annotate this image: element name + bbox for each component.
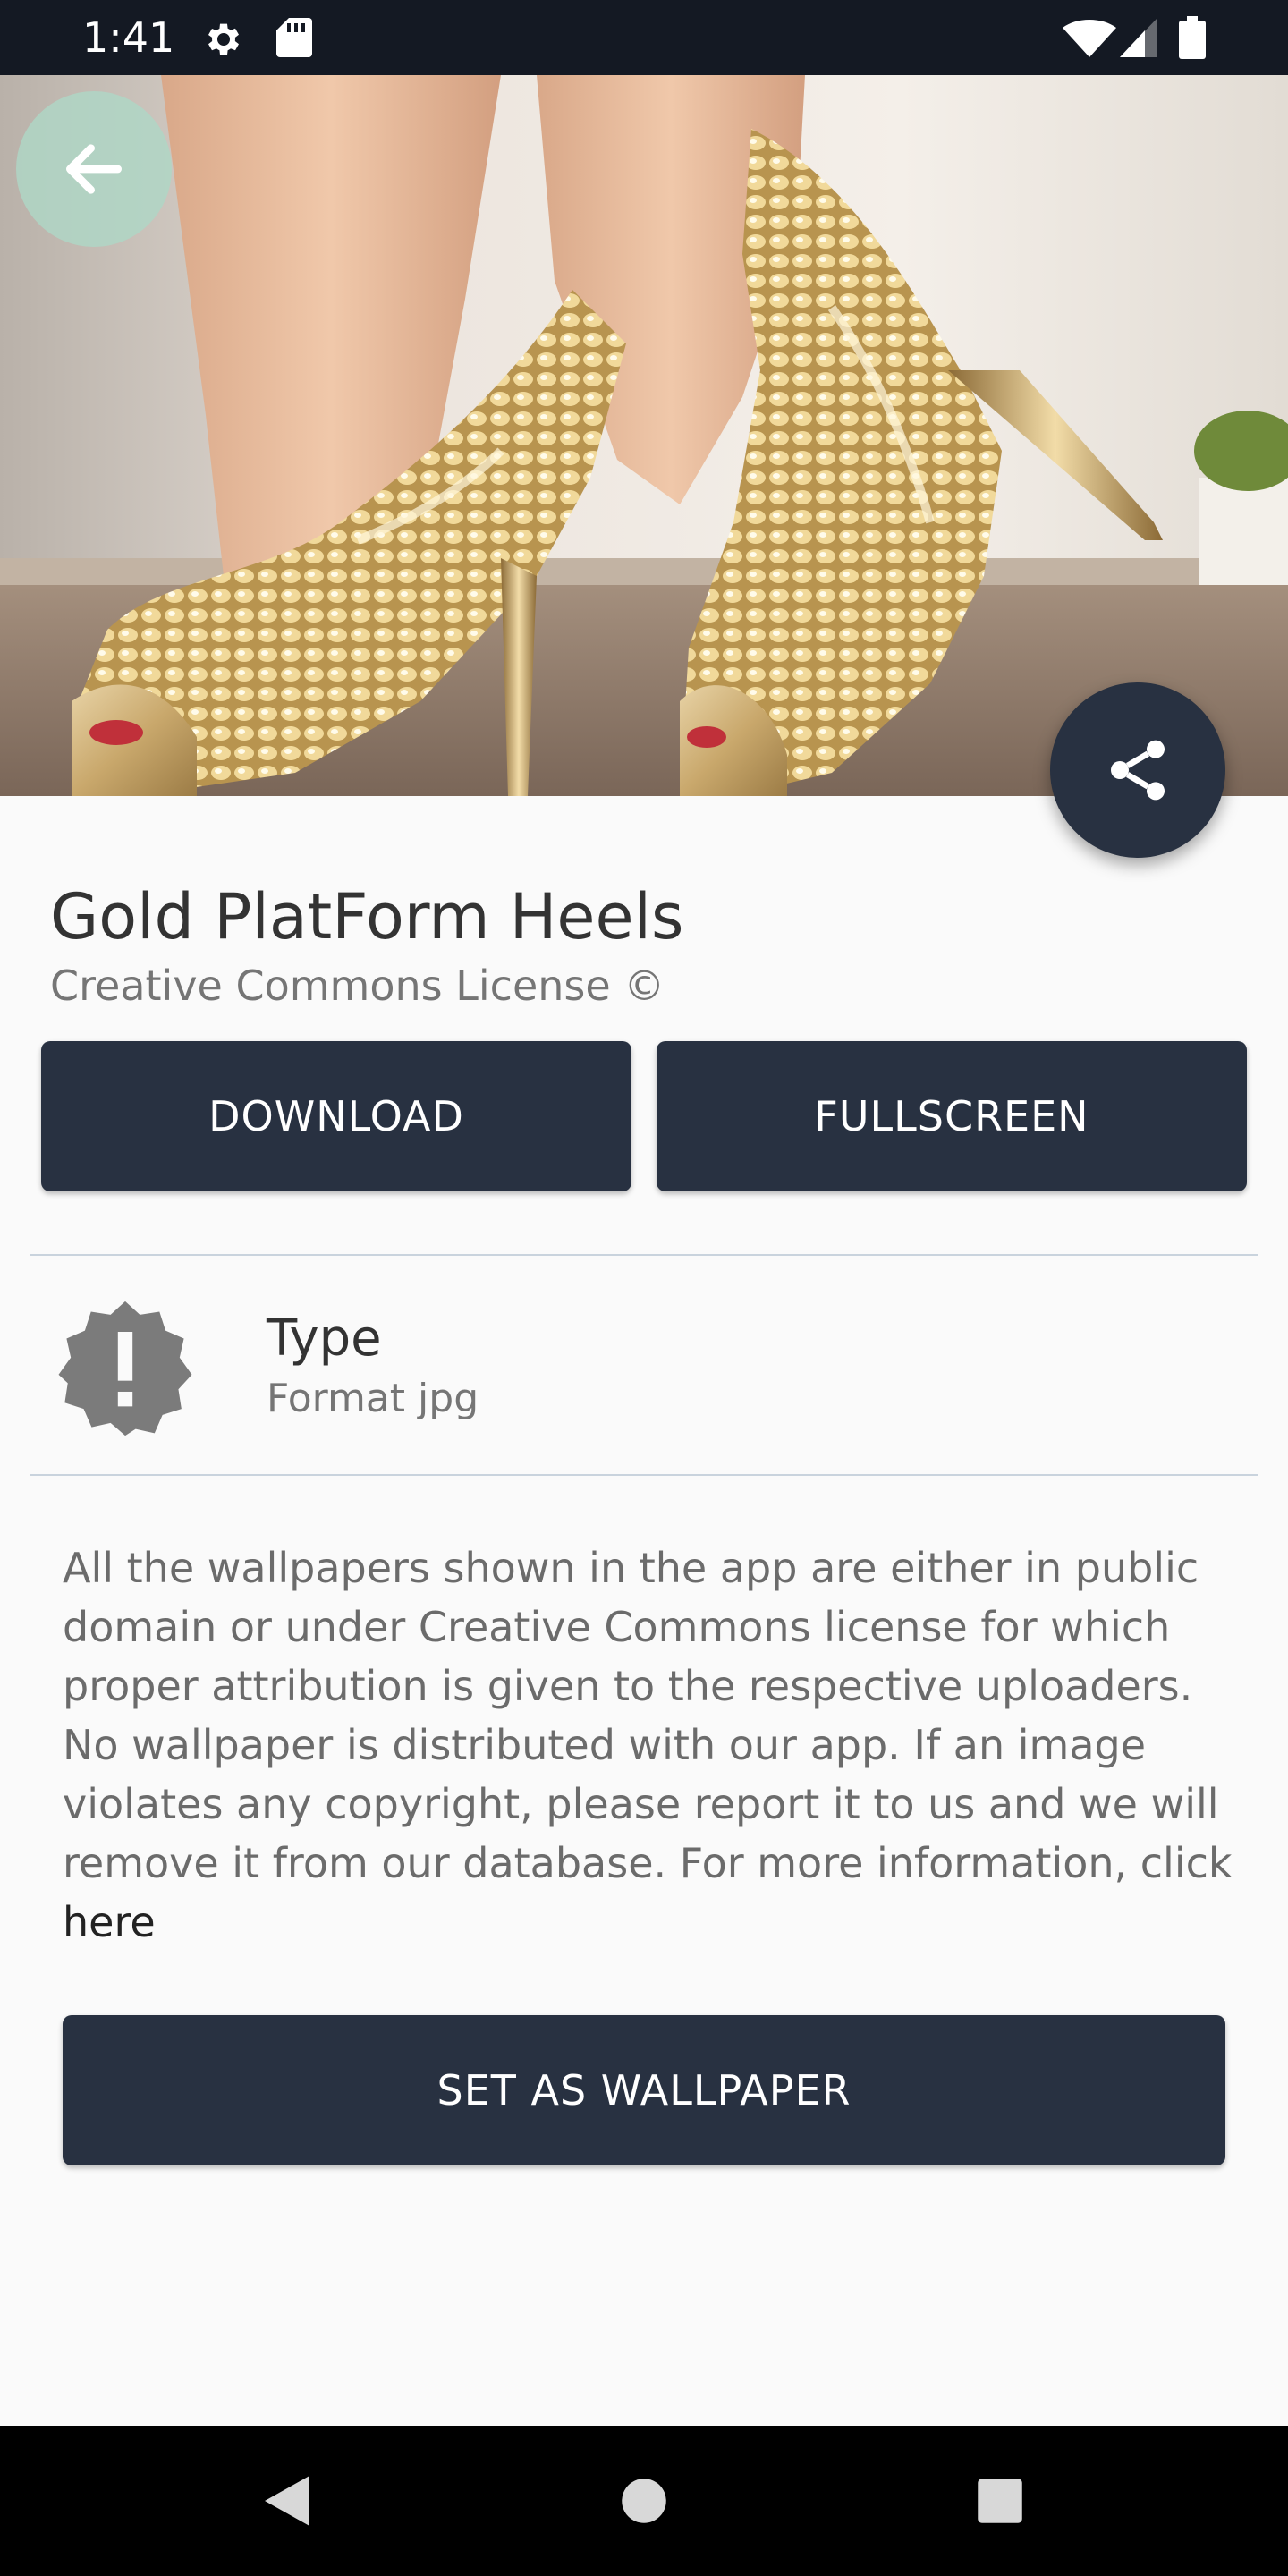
fullscreen-button[interactable]: FULLSCREEN — [657, 1041, 1247, 1191]
battery-icon — [1179, 16, 1206, 59]
wallpaper-detail-screen: 1:41 Gold PlatForm Heels Creative Common… — [0, 0, 1288, 2576]
set-as-wallpaper-button[interactable]: SET AS WALLPAPER — [63, 2015, 1225, 2165]
fullscreen-button-label: FULLSCREEN — [814, 1092, 1089, 1140]
signal-icon — [1120, 18, 1157, 57]
disclaimer-body: All the wallpapers shown in the app are … — [63, 1544, 1233, 1887]
more-info-link[interactable]: here — [63, 1898, 156, 1946]
alert-badge-icon — [58, 1301, 192, 1436]
status-time: 1:41 — [82, 13, 175, 62]
wifi-icon — [1063, 20, 1116, 57]
status-bar: 1:41 — [0, 0, 1288, 75]
download-button[interactable]: DOWNLOAD — [41, 1041, 631, 1191]
nav-recents-button[interactable] — [925, 2426, 1075, 2576]
back-button[interactable] — [16, 91, 172, 247]
gear-icon — [208, 23, 239, 55]
license-text: Creative Commons License © — [50, 962, 665, 1010]
wallpaper-image[interactable] — [0, 75, 1288, 796]
sd-card-icon — [276, 18, 312, 57]
nav-home-icon — [622, 2479, 666, 2523]
wallpaper-title: Gold PlatForm Heels — [50, 880, 684, 953]
nav-home-button[interactable] — [569, 2426, 719, 2576]
nav-back-icon — [265, 2476, 309, 2526]
system-nav-bar — [0, 2426, 1288, 2576]
type-value: Format jpg — [267, 1376, 479, 1421]
nav-back-button[interactable] — [211, 2426, 361, 2576]
divider — [30, 1474, 1258, 1476]
arrow-left-icon — [66, 144, 123, 194]
share-icon — [1111, 740, 1165, 801]
share-button[interactable] — [1050, 682, 1225, 858]
download-button-label: DOWNLOAD — [208, 1092, 464, 1140]
disclaimer-text: All the wallpapers shown in the app are … — [63, 1538, 1252, 1952]
type-label: Type — [267, 1309, 382, 1368]
nav-recents-icon — [978, 2479, 1022, 2523]
divider — [30, 1254, 1258, 1256]
set-as-wallpaper-label: SET AS WALLPAPER — [436, 2066, 852, 2114]
